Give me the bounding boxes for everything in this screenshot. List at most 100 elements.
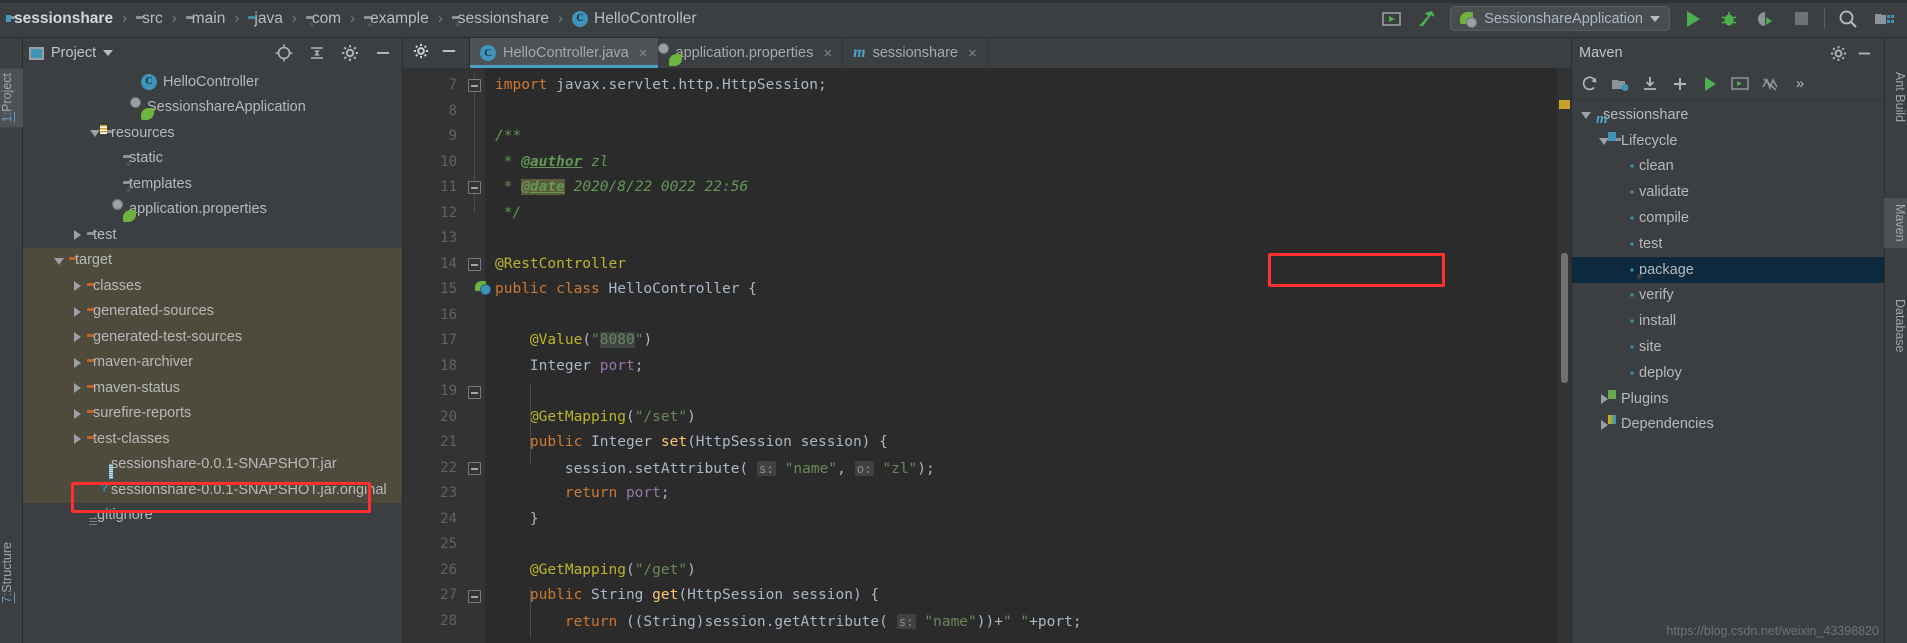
code-folding-column[interactable] xyxy=(465,68,485,643)
tree-item-maven-archiver[interactable]: maven-archiver xyxy=(23,349,402,375)
tree-item-classes[interactable]: classes xyxy=(23,273,402,299)
maven-item-validate[interactable]: validate xyxy=(1572,179,1884,205)
project-tree[interactable]: C HelloController SessionshareApplication r… xyxy=(23,68,402,643)
fold-marker-import[interactable] xyxy=(468,79,481,92)
run-maven-goal-icon[interactable] xyxy=(1696,71,1724,97)
fold-marker-method-set-end[interactable] xyxy=(468,462,481,475)
breadcrumb-item-sessionshare[interactable]: sessionshare xyxy=(6,10,115,28)
maven-tree[interactable]: sessionshare Lifecycle clean validate compil… xyxy=(1572,100,1884,643)
more-icon[interactable]: » xyxy=(1786,71,1814,97)
chevron-right-icon[interactable] xyxy=(71,381,84,394)
tree-item-target[interactable]: target xyxy=(23,247,402,273)
run-configuration-selector[interactable]: SessionshareApplication xyxy=(1450,6,1670,31)
warning-marker[interactable] xyxy=(1559,100,1570,109)
tree-item-generated-test-sources[interactable]: generated-test-sources xyxy=(23,324,402,350)
tab-sessionshare[interactable]: m sessionshare × xyxy=(843,38,988,68)
settings-gear-icon[interactable] xyxy=(337,40,363,66)
maven-item-clean[interactable]: clean xyxy=(1572,154,1884,180)
maven-item-site[interactable]: site xyxy=(1572,334,1884,360)
run-with-coverage-icon[interactable] xyxy=(1752,6,1778,32)
maven-item-verify[interactable]: verify xyxy=(1572,283,1884,309)
tree-item-test[interactable]: test xyxy=(23,222,402,248)
search-everywhere-icon[interactable] xyxy=(1835,6,1861,32)
debug-icon[interactable] xyxy=(1716,6,1742,32)
stop-icon[interactable] xyxy=(1788,6,1814,32)
tree-item--gitignore[interactable]: .gitignore xyxy=(23,503,402,529)
toggle-skip-tests-icon[interactable] xyxy=(1756,71,1784,97)
breadcrumb-item-main[interactable]: main xyxy=(184,10,228,28)
locate-icon[interactable] xyxy=(271,40,297,66)
hide-icon[interactable] xyxy=(441,43,457,64)
code-editor[interactable]: 7 8 9 10 11 12 13 14 15 16 17 18 19 20 21 22 23 24 25 26 27 2… xyxy=(403,68,1571,643)
execute-icon[interactable] xyxy=(1726,71,1754,97)
chevron-right-icon[interactable] xyxy=(71,279,84,292)
settings-gear-icon[interactable] xyxy=(413,43,429,64)
settings-gear-icon[interactable] xyxy=(1825,40,1851,66)
add-icon[interactable] xyxy=(1666,71,1694,97)
sidebar-item-structure[interactable]: 7:Structure xyxy=(0,537,23,608)
maven-item-deploy[interactable]: deploy xyxy=(1572,360,1884,386)
close-icon[interactable]: × xyxy=(823,45,832,62)
fold-marker-method-set[interactable] xyxy=(468,386,481,399)
sidebar-item-ant-build[interactable]: Ant Build xyxy=(1884,66,1907,128)
tree-item-sessionshare-0-0-1-snapshot-jar-original[interactable]: sessionshare-0.0.1-SNAPSHOT.jar.original xyxy=(23,477,402,503)
generate-sources-icon[interactable] xyxy=(1606,71,1634,97)
tab-application-properties[interactable]: application.properties × xyxy=(659,38,844,68)
sidebar-item-maven[interactable]: Maven xyxy=(1884,198,1907,248)
run-icon[interactable] xyxy=(1680,6,1706,32)
spring-bean-gutter-icon[interactable] xyxy=(475,280,491,295)
tree-item-test-classes[interactable]: test-classes xyxy=(23,426,402,452)
chevron-down-icon[interactable] xyxy=(1580,108,1593,121)
hide-icon[interactable] xyxy=(370,40,396,66)
tree-item-sessionshareapplication[interactable]: SessionshareApplication xyxy=(23,95,402,121)
tree-item-templates[interactable]: templates xyxy=(23,171,402,197)
tree-item-generated-sources[interactable]: generated-sources xyxy=(23,298,402,324)
collapse-all-icon[interactable] xyxy=(304,40,330,66)
breadcrumb-item-hellocontroller[interactable]: C HelloController xyxy=(570,10,699,28)
maven-item-dependencies[interactable]: Dependencies xyxy=(1572,412,1884,438)
maven-item-lifecycle[interactable]: Lifecycle xyxy=(1572,128,1884,154)
breadcrumb-item-com[interactable]: com xyxy=(304,10,343,28)
tree-item-maven-status[interactable]: maven-status xyxy=(23,375,402,401)
maven-item-plugins[interactable]: Plugins xyxy=(1572,386,1884,412)
editor-marker-bar[interactable] xyxy=(1557,68,1571,643)
project-structure-icon[interactable] xyxy=(1871,6,1897,32)
tab-hellocontroller-java[interactable]: C HelloController.java × xyxy=(470,38,659,68)
sidebar-item-project[interactable]: 1:Project xyxy=(0,68,23,128)
chevron-right-icon[interactable] xyxy=(71,330,84,343)
sidebar-item-database[interactable]: Database xyxy=(1884,293,1907,359)
tree-item-static[interactable]: static xyxy=(23,146,402,172)
chevron-right-icon[interactable] xyxy=(71,356,84,369)
breadcrumb-item-java[interactable]: java xyxy=(246,10,284,28)
download-sources-icon[interactable] xyxy=(1636,71,1664,97)
breadcrumb-item-src[interactable]: src xyxy=(134,10,165,28)
reload-icon[interactable] xyxy=(1576,71,1604,97)
chevron-down-icon[interactable] xyxy=(103,50,114,56)
maven-item-package[interactable]: package xyxy=(1572,256,1884,283)
fold-marker-javadoc-start[interactable] xyxy=(468,181,481,194)
close-icon[interactable]: × xyxy=(639,45,648,62)
breadcrumb-item-example[interactable]: example xyxy=(362,10,431,28)
maven-item-install[interactable]: install xyxy=(1572,308,1884,334)
chevron-down-icon[interactable] xyxy=(53,254,66,267)
hide-icon[interactable] xyxy=(1851,40,1877,66)
maven-item-compile[interactable]: compile xyxy=(1572,205,1884,231)
build-hammer-icon[interactable] xyxy=(1414,6,1440,32)
tree-item-resources[interactable]: resources xyxy=(23,120,402,146)
chevron-right-icon[interactable] xyxy=(71,228,84,241)
tree-item-hellocontroller[interactable]: C HelloController xyxy=(23,69,402,95)
maven-item-sessionshare[interactable]: sessionshare xyxy=(1572,102,1884,128)
maven-item-test[interactable]: test xyxy=(1572,231,1884,257)
tree-item-application-properties[interactable]: application.properties xyxy=(23,197,402,223)
chevron-right-icon[interactable] xyxy=(71,432,84,445)
code-text[interactable]: import javax.servlet.http.HttpSession; /… xyxy=(485,68,1557,643)
fold-marker-method-get[interactable] xyxy=(468,590,481,603)
chevron-right-icon[interactable] xyxy=(71,407,84,420)
open-console-icon[interactable] xyxy=(1378,6,1404,32)
tree-item-surefire-reports[interactable]: surefire-reports xyxy=(23,400,402,426)
tree-item-sessionshare-0-0-1-snapshot-jar[interactable]: sessionshare-0.0.1-SNAPSHOT.jar xyxy=(23,451,402,477)
chevron-right-icon[interactable] xyxy=(71,305,84,318)
breadcrumb-item-sessionshare[interactable]: sessionshare xyxy=(450,10,551,28)
close-icon[interactable]: × xyxy=(968,45,977,62)
editor-scrollbar-thumb[interactable] xyxy=(1561,253,1568,383)
